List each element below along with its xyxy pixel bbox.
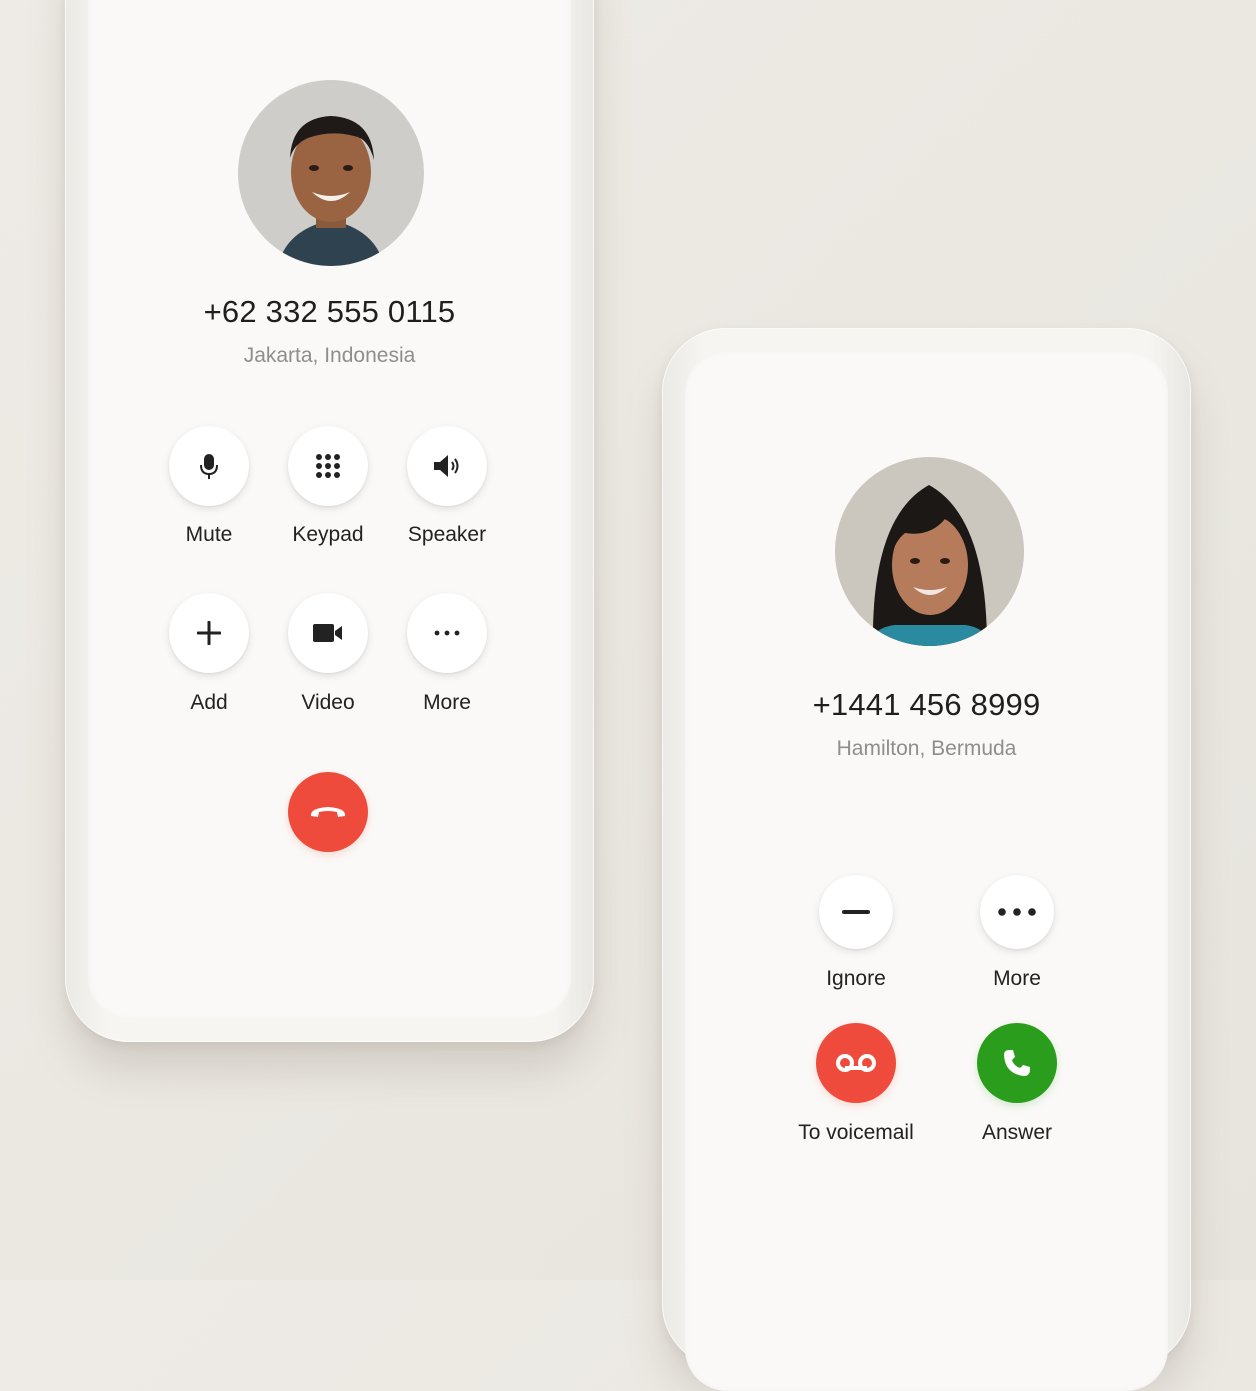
hang-up-icon — [310, 807, 346, 817]
more-label: More — [423, 691, 471, 714]
contact-photo-woman-icon — [835, 457, 1024, 646]
incoming-caller-avatar — [835, 457, 1024, 646]
keypad-button[interactable] — [288, 426, 368, 506]
incoming-location: Hamilton, Bermuda — [836, 737, 1017, 760]
incoming-more-button[interactable] — [980, 875, 1054, 949]
video-button[interactable] — [288, 593, 368, 673]
more-icon — [434, 630, 460, 636]
speaker-icon — [434, 455, 459, 477]
answer-button[interactable] — [977, 1023, 1057, 1103]
video-camera-icon — [313, 624, 342, 642]
add-call-button[interactable] — [169, 593, 249, 673]
contact-photo-man-icon — [238, 80, 424, 266]
incoming-more-label: More — [993, 967, 1041, 990]
caller-location: Jakarta, Indonesia — [243, 344, 416, 367]
incoming-call-phone: +1441 456 8999 Hamilton, Bermuda Ignore … — [662, 328, 1191, 1391]
mute-button[interactable] — [169, 426, 249, 506]
phone-answer-icon — [1004, 1050, 1030, 1076]
end-call-button[interactable] — [288, 772, 368, 852]
incoming-call-screen: +1441 456 8999 Hamilton, Bermuda Ignore … — [685, 351, 1168, 1391]
incoming-phone-number: +1441 456 8999 — [812, 687, 1041, 722]
active-call-screen: +62 332 555 0115 Jakarta, Indonesia Mute… — [88, 0, 571, 1019]
more-icon — [998, 908, 1036, 916]
active-call-phone: +62 332 555 0115 Jakarta, Indonesia Mute… — [65, 0, 594, 1042]
speaker-button[interactable] — [407, 426, 487, 506]
caller-phone-number: +62 332 555 0115 — [203, 294, 456, 329]
to-voicemail-button[interactable] — [816, 1023, 896, 1103]
speaker-label: Speaker — [407, 523, 487, 546]
voicemail-icon — [836, 1054, 876, 1072]
plus-icon — [197, 621, 221, 645]
more-options-button[interactable] — [407, 593, 487, 673]
minus-icon — [842, 910, 870, 914]
ignore-label: Ignore — [826, 967, 886, 990]
answer-label: Answer — [981, 1121, 1053, 1144]
caller-avatar — [238, 80, 424, 266]
ignore-button[interactable] — [819, 875, 893, 949]
microphone-icon — [200, 454, 218, 479]
to-voicemail-label: To voicemail — [798, 1121, 914, 1144]
keypad-icon — [316, 454, 340, 478]
